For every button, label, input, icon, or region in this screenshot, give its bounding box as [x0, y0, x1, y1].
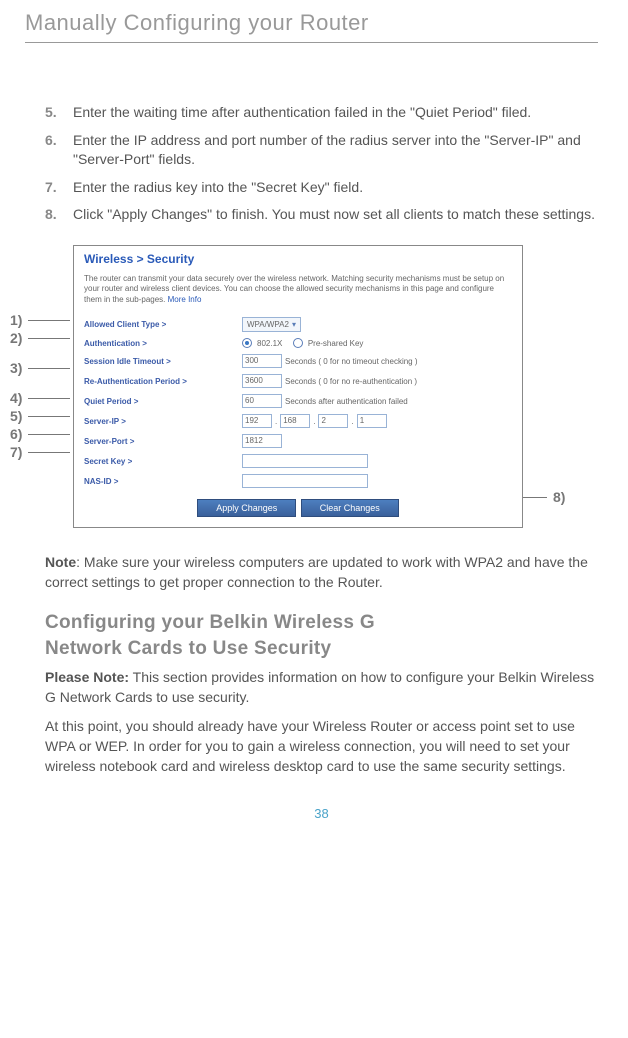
reauth-period-label: Re-Authentication Period > [84, 377, 242, 386]
wpa2-note: Note: Make sure your wireless computers … [45, 553, 598, 592]
clear-changes-button[interactable]: Clear Changes [301, 499, 399, 517]
step-text: Enter the waiting time after authenticat… [73, 103, 531, 123]
nas-id-input[interactable] [242, 474, 368, 488]
callout-3: 3) [10, 360, 22, 376]
secret-key-input[interactable] [242, 454, 368, 468]
chevron-down-icon: ▾ [292, 318, 296, 331]
panel-description: The router can transmit your data secure… [84, 274, 512, 305]
server-port-label: Server-Port > [84, 437, 242, 446]
step-text: Enter the radius key into the "Secret Ke… [73, 178, 363, 198]
page-title: Manually Configuring your Router [25, 10, 598, 43]
step-item: 7. Enter the radius key into the "Secret… [45, 178, 598, 198]
allowed-client-select[interactable]: WPA/WPA2▾ [242, 317, 301, 332]
server-ip-4-input[interactable]: 1 [357, 414, 387, 428]
callout-8: 8) [553, 489, 565, 505]
step-item: 8. Click "Apply Changes" to finish. You … [45, 205, 598, 225]
more-info-link[interactable]: More Info [168, 295, 202, 304]
step-list: 5. Enter the waiting time after authenti… [45, 103, 598, 225]
step-text: Click "Apply Changes" to finish. You mus… [73, 205, 595, 225]
server-ip-label: Server-IP > [84, 417, 242, 426]
callout-5: 5) [10, 408, 22, 424]
callout-4: 4) [10, 390, 22, 406]
server-ip-2-input[interactable]: 168 [280, 414, 310, 428]
security-paragraph: At this point, you should already have y… [45, 717, 598, 776]
idle-timeout-label: Session Idle Timeout > [84, 357, 242, 366]
idle-timeout-input[interactable]: 300 [242, 354, 282, 368]
step-item: 6. Enter the IP address and port number … [45, 131, 598, 170]
server-ip-3-input[interactable]: 2 [318, 414, 348, 428]
step-number: 8. [45, 205, 73, 225]
server-ip-1-input[interactable]: 192 [242, 414, 272, 428]
security-panel: Wireless > Security The router can trans… [73, 245, 523, 528]
step-number: 7. [45, 178, 73, 198]
authentication-label: Authentication > [84, 339, 242, 348]
apply-changes-button[interactable]: Apply Changes [197, 499, 296, 517]
auth-psk-radio[interactable] [293, 338, 303, 348]
callout-1: 1) [10, 312, 22, 328]
please-note: Please Note: This section provides infor… [45, 668, 598, 707]
secret-key-label: Secret Key > [84, 457, 242, 466]
callout-2: 2) [10, 330, 22, 346]
step-item: 5. Enter the waiting time after authenti… [45, 103, 598, 123]
screenshot-container: 1) 2) 3) 4) 5) 6) 7) 8) Wireless > Secur… [45, 245, 598, 535]
quiet-period-input[interactable]: 60 [242, 394, 282, 408]
panel-title: Wireless > Security [84, 252, 512, 266]
auth-8021x-radio[interactable] [242, 338, 252, 348]
step-text: Enter the IP address and port number of … [73, 131, 598, 170]
page-number: 38 [45, 806, 598, 821]
quiet-period-label: Quiet Period > [84, 397, 242, 406]
callout-6: 6) [10, 426, 22, 442]
nas-id-label: NAS-ID > [84, 477, 242, 486]
section-heading-line1: Configuring your Belkin Wireless G [45, 612, 598, 634]
step-number: 5. [45, 103, 73, 123]
allowed-client-label: Allowed Client Type > [84, 320, 242, 329]
section-heading-line2: Network Cards to Use Security [45, 638, 598, 660]
reauth-period-input[interactable]: 3600 [242, 374, 282, 388]
callout-7: 7) [10, 444, 22, 460]
step-number: 6. [45, 131, 73, 170]
server-port-input[interactable]: 1812 [242, 434, 282, 448]
